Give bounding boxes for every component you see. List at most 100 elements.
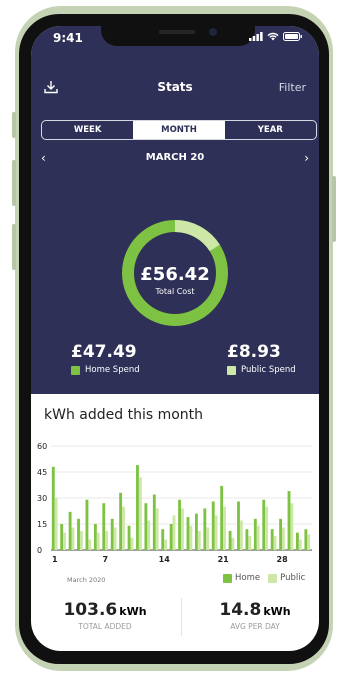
avg-per-day-value: 14.8 xyxy=(219,600,262,620)
bar-home xyxy=(237,501,240,550)
bar-public xyxy=(130,537,134,550)
legend-public-label: Public xyxy=(280,573,306,583)
bar-public xyxy=(172,515,176,550)
bar-public xyxy=(197,530,201,550)
bar-public xyxy=(105,530,109,550)
speaker-grille xyxy=(159,30,195,34)
phone-mute-switch xyxy=(12,112,16,138)
page-title: Stats xyxy=(157,80,193,94)
bar-public xyxy=(189,525,193,550)
bar-public xyxy=(164,539,168,550)
bar-public xyxy=(223,506,226,550)
filter-button[interactable]: Filter xyxy=(279,81,306,94)
bar-public xyxy=(298,539,302,550)
avg-per-day-caption: AVG PER DAY xyxy=(230,622,280,631)
y-tick-label: 60 xyxy=(37,442,47,451)
bar-home xyxy=(144,503,148,550)
public-spend-amount: £8.93 xyxy=(227,342,281,362)
bar-home xyxy=(228,530,232,550)
bar-public xyxy=(231,537,235,550)
tab-year[interactable]: YEAR xyxy=(225,121,316,139)
bar-home xyxy=(85,499,89,550)
x-tick-label: 28 xyxy=(277,555,289,564)
bar-home xyxy=(220,485,224,550)
wifi-icon xyxy=(267,32,279,41)
bar-public xyxy=(96,532,100,550)
bar-public xyxy=(206,527,210,550)
bar-home xyxy=(245,529,249,550)
chart-month-caption: March 2020 xyxy=(67,576,106,584)
kwh-chart-title: kWh added this month xyxy=(44,407,204,423)
y-tick-label: 30 xyxy=(37,494,47,503)
bar-public xyxy=(290,503,294,550)
bar-home xyxy=(287,491,291,550)
notch xyxy=(101,26,255,46)
y-tick-label: 0 xyxy=(37,546,42,555)
bar-home xyxy=(169,524,173,550)
bar-home xyxy=(279,518,283,550)
bar-home xyxy=(194,513,198,550)
bar-home xyxy=(262,499,266,550)
battery-icon xyxy=(283,32,302,41)
x-tick-label: 7 xyxy=(103,555,109,564)
bar-home xyxy=(136,465,139,550)
legend-home-label: Home xyxy=(235,573,261,583)
bar-home xyxy=(102,503,106,550)
stat-divider xyxy=(181,598,182,636)
bar-public xyxy=(282,527,285,550)
legend-public-swatch xyxy=(268,573,278,583)
bar-home xyxy=(110,518,114,550)
total-added-unit: kWh xyxy=(119,605,147,618)
bar-home xyxy=(68,511,72,550)
bar-public xyxy=(239,520,243,550)
bar-home xyxy=(51,466,55,550)
bar-public xyxy=(248,536,252,550)
bar-home xyxy=(296,532,299,550)
bar-home xyxy=(93,524,97,550)
bar-home xyxy=(211,501,215,550)
bar-public xyxy=(63,532,66,550)
phone-power-button xyxy=(332,176,336,242)
bar-public xyxy=(256,525,260,550)
home-spend-label: Home Spend xyxy=(85,365,140,375)
total-added-stat: 103.6 kWh TOTAL ADDED xyxy=(45,600,165,631)
tab-week[interactable]: WEEK xyxy=(42,121,133,139)
bar-home xyxy=(127,525,131,550)
phone-volume-up xyxy=(12,160,16,206)
bar-home xyxy=(186,517,190,550)
bar-public xyxy=(79,530,83,550)
chart-legend: Home Public xyxy=(223,573,305,583)
total-added-value: 103.6 xyxy=(63,600,118,620)
app-screen: 9:41 Stats Filter WEEK MONTH YEAR ‹ MARC… xyxy=(31,26,319,651)
period-tabs: WEEK MONTH YEAR xyxy=(41,120,317,140)
bar-home xyxy=(119,492,123,550)
bar-public xyxy=(307,534,311,550)
bar-public xyxy=(122,506,125,550)
bar-public xyxy=(214,515,218,550)
total-cost-label: Total Cost xyxy=(155,287,195,296)
bar-home xyxy=(304,529,308,550)
x-tick-label: 21 xyxy=(218,555,230,564)
camera-icon xyxy=(209,28,217,36)
y-tick-label: 15 xyxy=(37,520,47,529)
bar-public xyxy=(180,508,184,550)
signal-icon xyxy=(249,32,263,41)
bar-home xyxy=(203,508,207,550)
total-added-caption: TOTAL ADDED xyxy=(78,622,132,631)
bar-public xyxy=(265,506,269,550)
y-tick-label: 45 xyxy=(37,468,47,477)
bar-public xyxy=(155,508,159,550)
chevron-right-icon[interactable]: › xyxy=(304,151,309,165)
period-label: MARCH 20 xyxy=(145,152,205,163)
tab-month[interactable]: MONTH xyxy=(133,121,225,139)
avg-per-day-unit: kWh xyxy=(263,605,291,618)
bar-home xyxy=(77,518,80,550)
phone-volume-down xyxy=(12,224,16,270)
home-spend-amount: £47.49 xyxy=(71,342,137,362)
home-spend: £47.49 Home Spend xyxy=(71,342,140,375)
bar-home xyxy=(270,529,274,550)
public-swatch xyxy=(227,365,236,375)
bar-public xyxy=(147,520,151,550)
bar-public xyxy=(138,477,142,550)
bar-home xyxy=(253,518,257,550)
